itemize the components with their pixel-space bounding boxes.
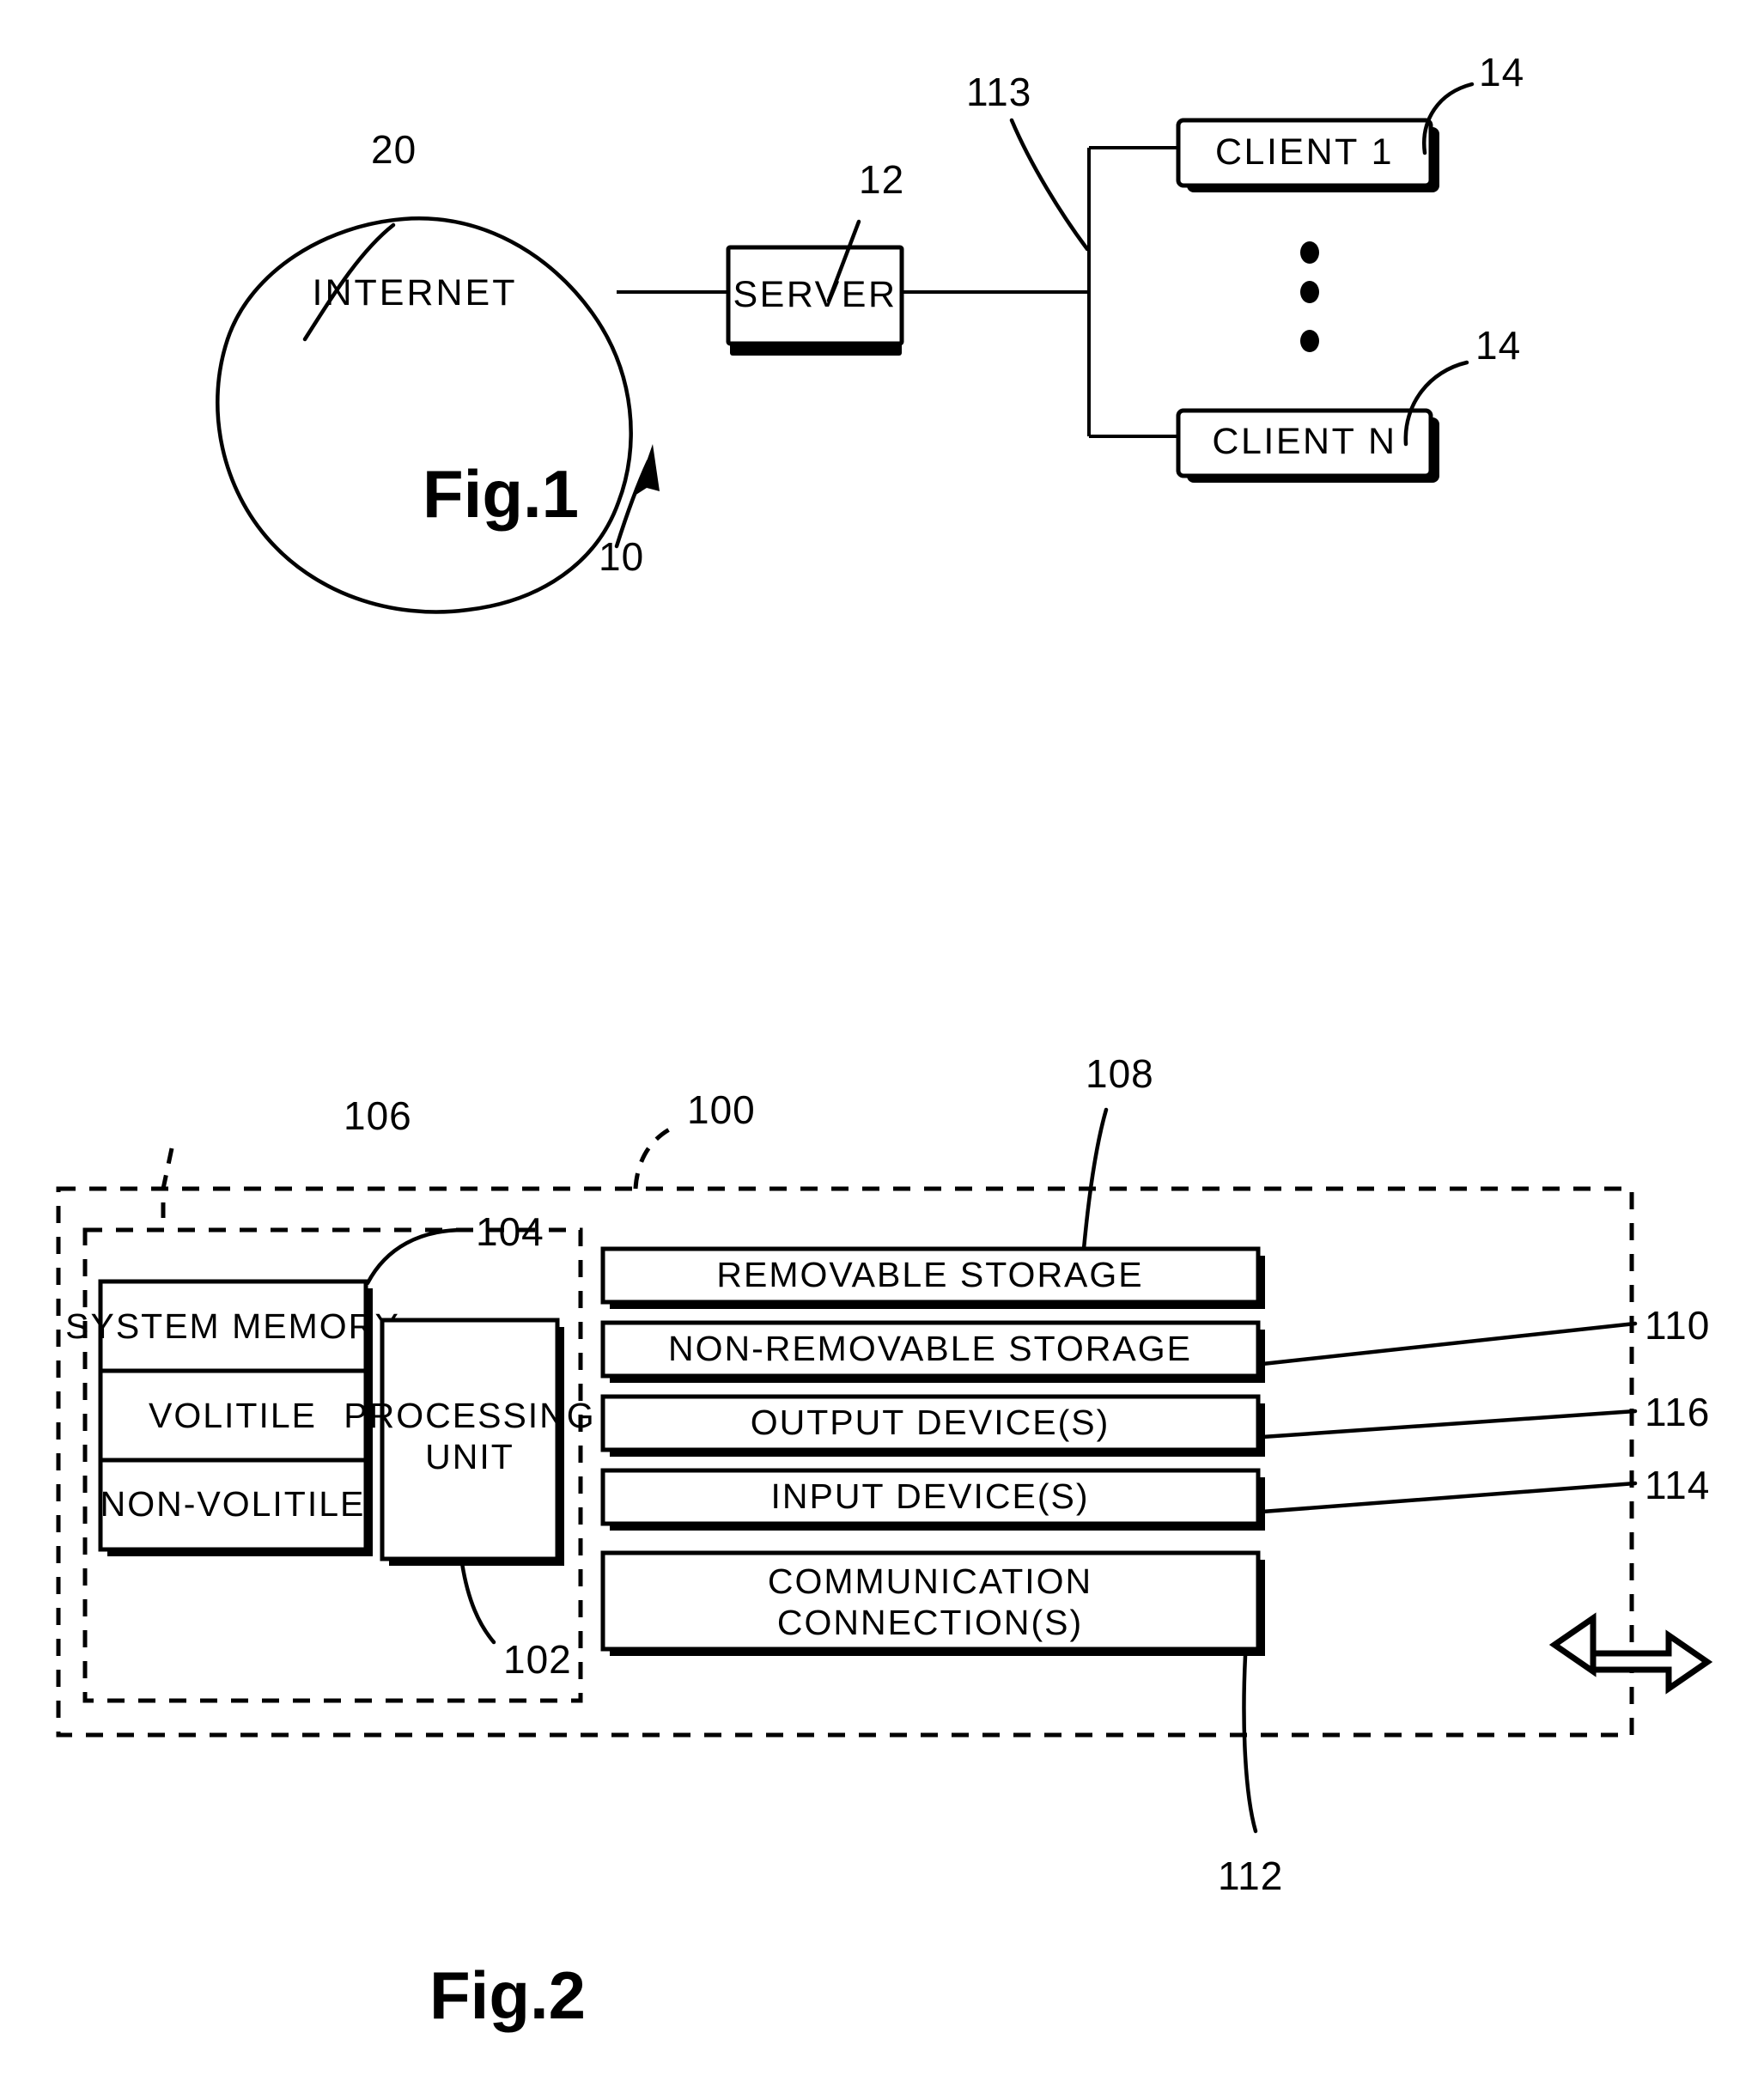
ref-number-10: 10 [599,534,644,579]
leader-line-102 [459,1561,496,1645]
ref-number-104: 104 [476,1209,544,1254]
ref-number-108: 108 [1086,1051,1154,1096]
ref-number-14-bottom: 14 [1475,323,1521,368]
internet-label: INTERNET [313,272,518,313]
output-devices-label: OUTPUT DEVICE(S) [751,1403,1110,1442]
non-removable-storage-label: NON-REMOVABLE STORAGE [668,1329,1192,1368]
ref-number-100: 100 [687,1087,756,1132]
leader-line-104 [365,1227,466,1286]
non-volatile-label: NON-VOLITILE [100,1484,366,1524]
figure-1-canvas: 20 INTERNET SERVER 12 113 CLIENT 1 14 CL… [56,50,1713,2033]
ref-number-112: 112 [1218,1853,1283,1898]
patent-drawing-sheet: 20 INTERNET SERVER 12 113 CLIENT 1 14 CL… [0,0,1764,2100]
input-devices-label: INPUT DEVICE(S) [771,1476,1090,1516]
figure-1-caption: Fig.1 [423,456,579,532]
figure-2-caption: Fig.2 [429,1957,586,2033]
leader-line-116 [1260,1409,1638,1440]
processing-unit-label-line2: UNIT [425,1437,514,1476]
ref-number-20: 20 [371,127,417,172]
ellipsis-dot-1 [1300,241,1319,264]
ref-number-114: 114 [1645,1463,1710,1507]
server-label: SERVER [733,274,897,315]
ellipsis-dot-2 [1300,281,1319,303]
leader-line-112 [1242,1653,1258,1834]
ref-number-116: 116 [1645,1390,1710,1434]
leader-line-100 [633,1124,676,1190]
leader-line-114 [1260,1481,1638,1514]
ref-number-102: 102 [503,1637,572,1682]
ref-number-14-top: 14 [1479,50,1524,94]
ref-number-12: 12 [859,157,904,202]
ref-number-113: 113 [966,70,1031,114]
communication-connections-label-line1: COMMUNICATION [768,1561,1092,1601]
system-memory-label: SYSTEM MEMORY [65,1306,400,1346]
removable-storage-label: REMOVABLE STORAGE [716,1255,1143,1294]
ref-number-110: 110 [1645,1303,1710,1348]
leader-line-108 [1081,1107,1109,1251]
processing-unit-label-line1: PROCESSING [344,1396,595,1435]
client-1-label: CLIENT 1 [1215,131,1394,173]
leader-line-110 [1260,1321,1638,1367]
leader-line-113 [1009,118,1090,252]
client-n-label: CLIENT N [1212,421,1396,462]
communication-connections-label-line2: CONNECTION(S) [777,1603,1083,1642]
volatile-label: VOLITILE [149,1396,317,1435]
ref-number-106: 106 [344,1093,412,1138]
ellipsis-dot-3 [1300,330,1319,352]
system-arrow-10-head [635,444,660,496]
